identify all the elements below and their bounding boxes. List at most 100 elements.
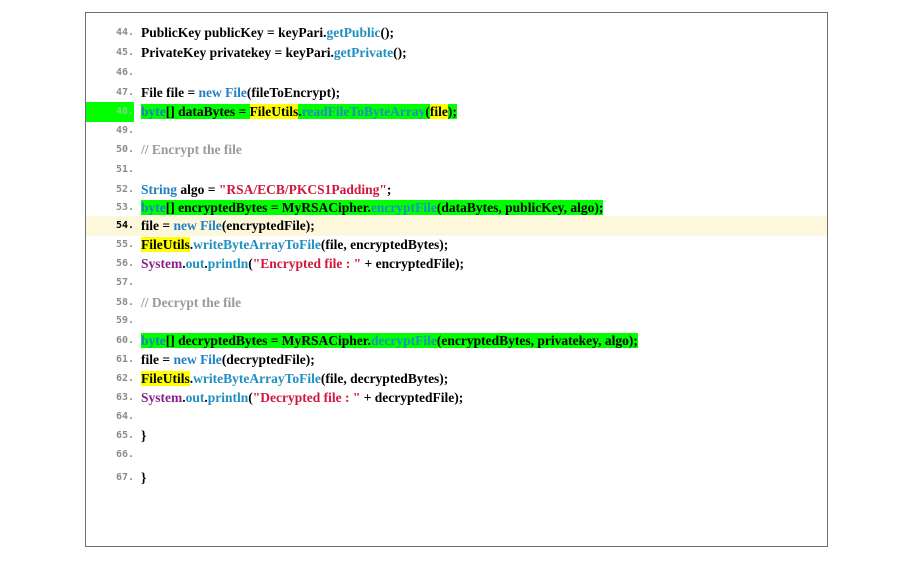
code-token: decryptFile [370, 333, 437, 348]
code-line[interactable]: 60. byte[] decryptedBytes = MyRSACipher.d… [86, 331, 827, 351]
code-token: String [141, 182, 178, 197]
code-token: "RSA/ECB/PKCS1Padding" [218, 182, 387, 197]
code-line[interactable]: 54. file = new File(encryptedFile); [86, 216, 827, 236]
code-token: writeByteArrayToFile [193, 371, 321, 386]
code-token: System [141, 256, 183, 271]
code-token: dataBytes, publicKey, algo [441, 200, 595, 215]
code-token: (); [380, 25, 394, 40]
code-text: file = new File(encryptedFile); [141, 216, 315, 236]
code-text: file = new File(decryptedFile); [141, 350, 315, 370]
code-token: ; [386, 182, 392, 197]
code-token: new [173, 352, 197, 367]
code-line[interactable]: 61. file = new File(decryptedFile); [86, 350, 827, 370]
line-number: 58. [115, 297, 134, 308]
code-token: readFileToByteArray [301, 104, 426, 119]
line-number: 50. [115, 144, 134, 155]
code-token: FileUtils [249, 104, 299, 119]
code-token: "Decrypted file : " [252, 390, 361, 405]
code-token: new [198, 85, 222, 100]
line-number: 67. [115, 472, 134, 483]
code-token: "Encrypted file : " [252, 256, 362, 271]
code-token: byte [141, 200, 166, 215]
code-token: File file = [141, 85, 199, 100]
code-token: file [429, 104, 448, 119]
code-token: (fileToEncrypt); [246, 85, 341, 100]
line-number: 63. [115, 392, 134, 403]
code-text: byte[] decryptedBytes = MyRSACipher.decr… [141, 331, 638, 351]
code-token: // Encrypt the file [141, 142, 242, 157]
line-number: 47. [115, 87, 134, 98]
code-line[interactable]: 65.} [86, 426, 827, 446]
code-line[interactable]: 46. [86, 63, 827, 83]
code-token: FileUtils [141, 371, 190, 386]
code-token: new [173, 218, 197, 233]
code-line[interactable]: 47. File file = new File(fileToEncrypt); [86, 83, 827, 103]
line-number: 66. [115, 449, 134, 460]
code-token: } [141, 470, 147, 485]
code-line[interactable]: 57. [86, 273, 827, 293]
code-token: getPublic [326, 25, 381, 40]
code-token: encryptedBytes, privatekey, algo [441, 333, 629, 348]
code-text: System.out.println("Decrypted file : " +… [141, 388, 463, 408]
code-line[interactable]: 58. // Decrypt the file [86, 293, 827, 313]
code-line[interactable]: 50. // Encrypt the file [86, 140, 827, 160]
code-line[interactable]: 44. PublicKey publicKey = keyPari.getPubl… [86, 23, 827, 43]
code-line[interactable]: 52. String algo = "RSA/ECB/PKCS1Padding"; [86, 180, 827, 200]
code-line[interactable]: 51. [86, 160, 827, 180]
code-text: } [141, 468, 146, 488]
code-token: [] decryptedBytes = MyRSACipher. [165, 333, 371, 348]
code-token: writeByteArrayToFile [193, 237, 321, 252]
code-token: out [185, 256, 205, 271]
code-token: encryptFile [370, 200, 437, 215]
code-token: File [200, 218, 222, 233]
code-text: FileUtils.writeByteArrayToFile(file, dec… [141, 369, 448, 389]
line-number: 52. [115, 184, 134, 195]
code-token: PublicKey publicKey = keyPari. [141, 25, 327, 40]
code-line[interactable]: 53. byte[] encryptedBytes = MyRSACipher.e… [86, 198, 827, 218]
code-token: println [207, 390, 249, 405]
line-number: 45. [115, 47, 134, 58]
code-line[interactable]: 56. System.out.println("Encrypted file : … [86, 254, 827, 274]
code-text: File file = new File(fileToEncrypt); [141, 83, 340, 103]
code-line[interactable]: 55. FileUtils.writeByteArrayToFile(file, … [86, 235, 827, 255]
code-token: [] encryptedBytes = MyRSACipher. [165, 200, 371, 215]
code-token: File [225, 85, 247, 100]
code-token: ); [594, 200, 604, 215]
code-line[interactable]: 67.} [86, 468, 827, 488]
code-token: PrivateKey privatekey = keyPari. [141, 45, 334, 60]
code-token: file = [141, 218, 174, 233]
code-line[interactable]: 59. [86, 311, 827, 331]
code-text: } [141, 426, 146, 446]
code-token: (decryptedFile); [221, 352, 315, 367]
code-line[interactable]: 45. PrivateKey privatekey = keyPari.getPr… [86, 43, 827, 63]
code-token: ); [628, 333, 638, 348]
code-text: // Decrypt the file [141, 293, 241, 313]
line-number: 62. [115, 373, 134, 384]
line-number: 61. [115, 354, 134, 365]
line-number: 49. [115, 125, 134, 136]
code-text: PublicKey publicKey = keyPari.getPublic(… [141, 23, 394, 43]
code-text: String algo = "RSA/ECB/PKCS1Padding"; [141, 180, 391, 200]
code-line[interactable]: 49. [86, 121, 827, 141]
code-text: FileUtils.writeByteArrayToFile(file, enc… [141, 235, 448, 255]
code-line[interactable]: 48. byte[] dataBytes = FileUtils.readFile… [86, 102, 827, 122]
code-token: file = [141, 352, 174, 367]
code-line[interactable]: 64. [86, 407, 827, 427]
line-number: 64. [115, 411, 134, 422]
line-number: 59. [115, 315, 134, 326]
line-number: 57. [115, 277, 134, 288]
line-number: 56. [115, 258, 134, 269]
line-number: 60. [115, 335, 134, 346]
code-line[interactable]: 62. FileUtils.writeByteArrayToFile(file, … [86, 369, 827, 389]
line-number: 44. [115, 27, 134, 38]
code-token: File [200, 352, 222, 367]
code-token: byte [141, 104, 166, 119]
code-line[interactable]: 63. System.out.println("Decrypted file : … [86, 388, 827, 408]
line-number: 51. [115, 164, 134, 175]
line-number: 46. [115, 67, 134, 78]
code-editor[interactable]: 44. PublicKey publicKey = keyPari.getPubl… [85, 12, 828, 547]
code-line[interactable]: 66. [86, 445, 827, 465]
code-token: [] dataBytes = [165, 104, 250, 119]
code-token: FileUtils [141, 237, 190, 252]
line-number: 53. [115, 202, 134, 213]
